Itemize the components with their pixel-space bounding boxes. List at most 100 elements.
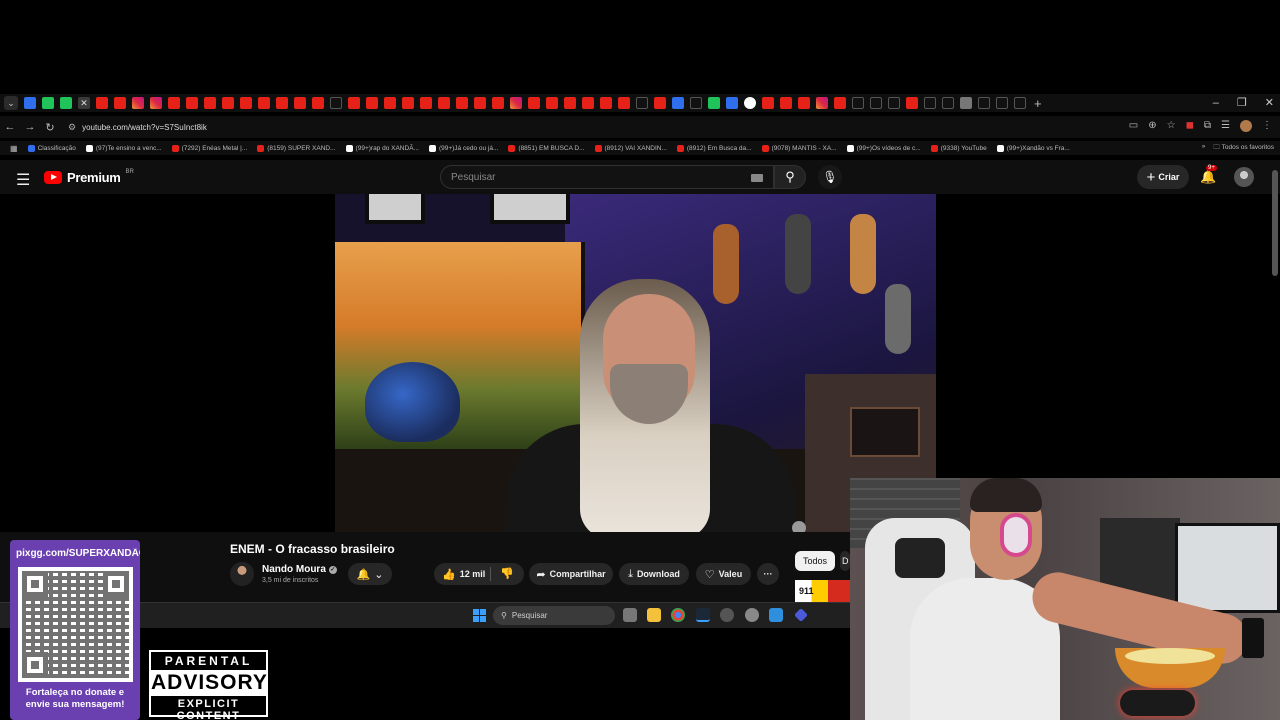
menu-icon[interactable]: ☰ (16, 170, 30, 190)
apps-grid-icon[interactable]: ▦ (10, 144, 18, 153)
reload-icon[interactable]: ↻ (40, 121, 60, 134)
app-icon[interactable] (720, 608, 734, 622)
notifications-button[interactable]: 🔔 9+ (1200, 165, 1217, 185)
bookmark-item[interactable]: (8912) VAI XANDIN... (594, 144, 667, 152)
tab[interactable] (852, 97, 864, 109)
tab[interactable] (474, 97, 486, 109)
tab[interactable] (888, 97, 900, 109)
video-player[interactable] (335, 194, 936, 532)
tab[interactable] (834, 97, 846, 109)
like-button[interactable]: 👍 12 mil 👎 (434, 563, 524, 585)
windows-start-icon[interactable] (473, 609, 486, 622)
tab-search-dropdown-icon[interactable]: ⌄ (4, 96, 18, 110)
tab[interactable] (132, 97, 144, 109)
tab[interactable] (456, 97, 468, 109)
tab[interactable] (510, 97, 522, 109)
thanks-button[interactable]: ♡ Valeu (696, 563, 751, 585)
tab[interactable] (996, 97, 1008, 109)
chrome-icon[interactable] (671, 608, 685, 622)
reading-list-icon[interactable]: ☰ (1221, 120, 1230, 132)
new-tab-button[interactable]: + (1034, 96, 1042, 111)
tab[interactable] (330, 97, 342, 109)
tab[interactable] (96, 97, 108, 109)
tab[interactable] (870, 97, 882, 109)
keyboard-icon[interactable] (751, 174, 763, 182)
tab[interactable] (546, 97, 558, 109)
tab[interactable] (384, 97, 396, 109)
more-actions-button[interactable]: ··· (757, 563, 779, 585)
forward-icon[interactable]: → (20, 121, 40, 133)
voice-search-button[interactable]: 🎙 (818, 165, 842, 189)
tab[interactable] (312, 97, 324, 109)
site-info-icon[interactable]: ⚙ (68, 122, 76, 133)
share-button[interactable]: ➦ Compartilhar (529, 563, 613, 585)
tab[interactable] (744, 97, 756, 109)
recommended-thumbnail[interactable]: 911 (795, 580, 850, 602)
settings-gear-icon[interactable] (745, 608, 759, 622)
all-favorites-folder[interactable]: 🗀 Todos os favoritos (1213, 143, 1274, 154)
taskbar-search[interactable]: ⚲ Pesquisar (493, 606, 615, 625)
steam-icon[interactable] (696, 608, 710, 622)
dislike-icon[interactable]: 👎 (500, 567, 514, 580)
tab[interactable] (690, 97, 702, 109)
app-icon[interactable] (769, 608, 783, 622)
create-button[interactable]: + Criar (1137, 165, 1189, 189)
tab[interactable] (726, 97, 738, 109)
close-window-button[interactable]: ✕ (1265, 94, 1274, 112)
tab[interactable] (672, 97, 684, 109)
tab[interactable] (42, 97, 54, 109)
tab[interactable] (150, 97, 162, 109)
filter-chip[interactable]: D (840, 551, 850, 571)
tab[interactable] (492, 97, 504, 109)
app-icon[interactable] (794, 608, 808, 622)
tab-active-close-icon[interactable]: ✕ (78, 97, 90, 109)
bookmark-item[interactable]: (7292) Enéas Metal |... (171, 144, 247, 152)
tab[interactable] (708, 97, 720, 109)
tab[interactable] (600, 97, 612, 109)
file-explorer-icon[interactable] (647, 608, 661, 622)
tab[interactable] (420, 97, 432, 109)
tab[interactable] (24, 97, 36, 109)
tab[interactable] (294, 97, 306, 109)
bookmark-item[interactable]: (8159) SUPER XAND... (257, 144, 336, 152)
tab[interactable] (924, 97, 936, 109)
tab[interactable] (168, 97, 180, 109)
download-button[interactable]: ⤓ Download (619, 563, 689, 585)
tab[interactable] (1014, 97, 1026, 109)
tab[interactable] (438, 97, 450, 109)
search-input[interactable]: Pesquisar (440, 165, 774, 189)
channel-avatar[interactable] (230, 562, 254, 586)
bookmark-item[interactable]: (99+)rap do XANDÃ... (345, 144, 419, 152)
zoom-icon[interactable]: ⊕ (1148, 120, 1156, 132)
tab[interactable] (780, 97, 792, 109)
tab[interactable] (276, 97, 288, 109)
tab[interactable] (402, 97, 414, 109)
bookmark-item[interactable]: (8851) EM BUSCA D... (508, 144, 585, 152)
tab[interactable] (564, 97, 576, 109)
tab[interactable] (60, 97, 72, 109)
bookmark-item[interactable]: (8912) Em Busca da... (676, 144, 752, 152)
bookmark-item[interactable]: (9078) MANTIS - XA... (761, 144, 837, 152)
tab[interactable] (366, 97, 378, 109)
account-avatar[interactable] (1234, 167, 1254, 187)
tab[interactable] (186, 97, 198, 109)
profile-avatar[interactable] (1240, 120, 1252, 132)
tab[interactable] (654, 97, 666, 109)
youtube-premium-logo[interactable]: Premium BR (44, 169, 134, 185)
back-icon[interactable]: ← (0, 121, 20, 133)
maximize-button[interactable]: ❐ (1237, 94, 1247, 112)
tab[interactable] (258, 97, 270, 109)
bookmark-item[interactable]: Classificação (27, 144, 76, 152)
tab[interactable] (636, 97, 648, 109)
tab[interactable] (816, 97, 828, 109)
tab[interactable] (618, 97, 630, 109)
search-button[interactable]: ⚲ (774, 165, 806, 189)
filter-chip-all[interactable]: Todos (795, 551, 836, 571)
page-scrollbar[interactable] (1272, 170, 1278, 276)
tab[interactable] (240, 97, 252, 109)
address-bar[interactable]: ⚙ youtube.com/watch?v=S7SuInct8ik (68, 122, 207, 133)
bookmarks-overflow-button[interactable]: » (1202, 143, 1206, 154)
bookmark-star-icon[interactable]: ☆ (1167, 120, 1176, 132)
subscribed-bell-button[interactable]: 🔔 ⌄ (348, 563, 392, 585)
channel-name-link[interactable]: Nando Moura ✓ (262, 564, 337, 575)
